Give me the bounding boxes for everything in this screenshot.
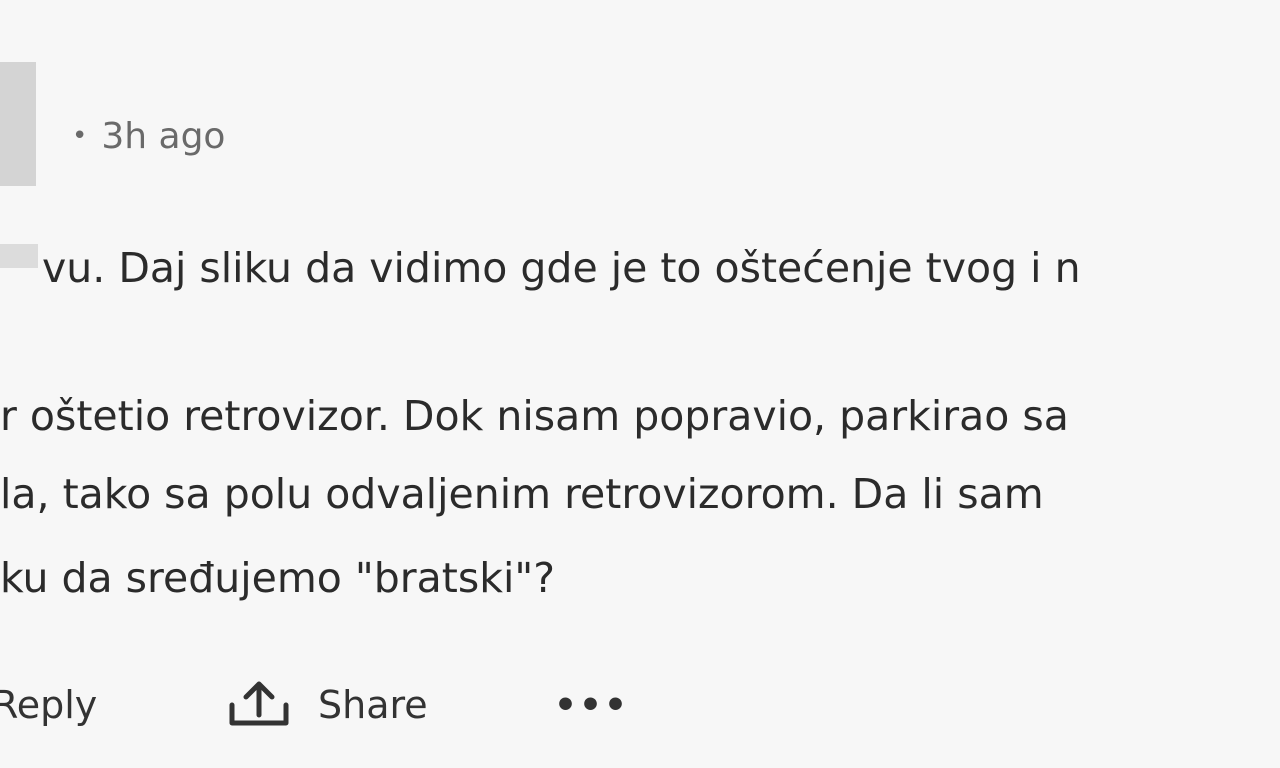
more-dots-icon: •••: [554, 684, 630, 726]
comment-text-line-2: r oštetio retrovizor. Dok nisam popravio…: [0, 392, 1069, 440]
share-label: Share: [318, 683, 428, 727]
share-arrow-icon: [229, 681, 289, 726]
comment-text-line-1: vu. Daj sliku da vidimo gde je to ošteće…: [0, 240, 1081, 296]
reply-button[interactable]: Reply: [0, 670, 97, 740]
more-options-button[interactable]: •••: [554, 670, 629, 740]
comment-meta: • 3h ago: [72, 112, 225, 161]
share-button[interactable]: Share: [226, 670, 428, 740]
comment-actions: Reply Share •••: [0, 670, 700, 740]
reply-label: Reply: [0, 683, 98, 727]
avatar[interactable]: [0, 62, 36, 186]
redacted-text: [0, 244, 38, 268]
comment-text-line-4: ku da sređujemo "bratski"?: [0, 554, 555, 602]
meta-separator: •: [72, 121, 88, 151]
comment-text-line-3: la, tako sa polu odvaljenim retrovizorom…: [0, 470, 1044, 518]
timestamp[interactable]: 3h ago: [101, 116, 225, 157]
